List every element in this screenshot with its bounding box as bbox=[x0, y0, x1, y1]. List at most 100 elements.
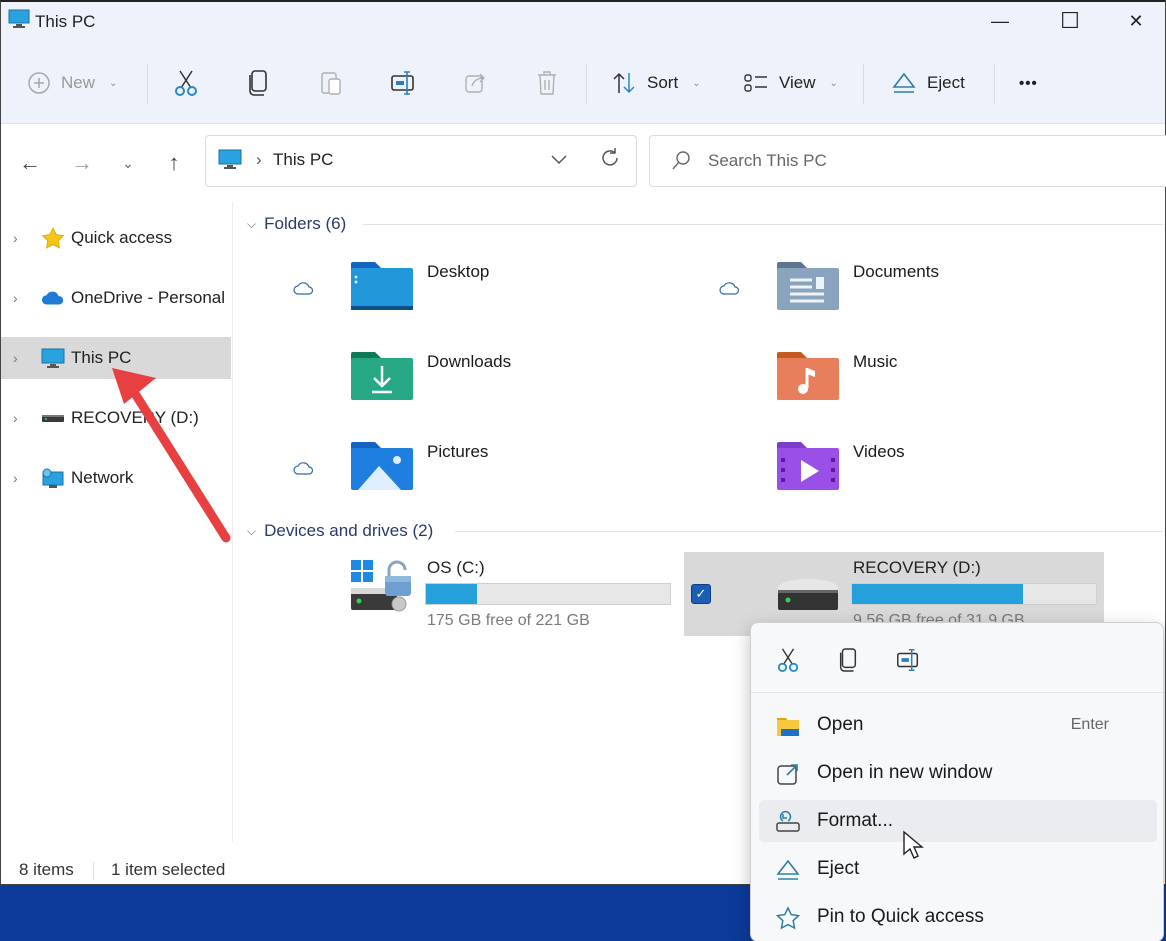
check-icon: ✓ bbox=[695, 586, 707, 601]
minimize-button[interactable]: — bbox=[965, 2, 1035, 40]
view-button[interactable]: View ⌄ bbox=[743, 64, 838, 102]
close-icon: ✕ bbox=[1128, 10, 1144, 31]
context-rename-button[interactable] bbox=[893, 645, 923, 675]
address-bar[interactable]: › This PC bbox=[205, 135, 637, 187]
maximize-icon: ☐ bbox=[1060, 8, 1080, 33]
drive-usage-bar bbox=[851, 583, 1097, 605]
sidebar-item-onedrive[interactable]: › OneDrive - Personal bbox=[1, 277, 231, 319]
paste-icon bbox=[321, 72, 341, 95]
menu-item-format[interactable]: Format... bbox=[759, 800, 1157, 842]
search-icon bbox=[672, 151, 690, 170]
cloud-sync-icon bbox=[719, 282, 740, 295]
chevron-down-icon: ⌵ bbox=[247, 216, 257, 231]
menu-item-label: Open bbox=[817, 714, 864, 735]
drive-usage-bar bbox=[425, 583, 671, 605]
toolbar-divider bbox=[994, 64, 995, 104]
selection-checkbox[interactable]: ✓ bbox=[691, 584, 711, 604]
rename-button[interactable] bbox=[389, 64, 417, 102]
share-button[interactable] bbox=[463, 64, 489, 102]
expand-chevron-icon[interactable]: › bbox=[13, 230, 18, 246]
toolbar-divider bbox=[863, 64, 864, 104]
menu-item-open-new-window[interactable]: Open in new window bbox=[759, 752, 1157, 794]
music-folder-icon bbox=[777, 352, 839, 400]
breadcrumb-this-pc[interactable]: This PC bbox=[273, 150, 333, 170]
eject-icon bbox=[776, 859, 800, 880]
refresh-icon[interactable] bbox=[598, 146, 622, 170]
new-button[interactable]: New ⌄ bbox=[27, 64, 117, 102]
back-button[interactable]: ← bbox=[13, 146, 47, 180]
search-box[interactable] bbox=[649, 135, 1166, 187]
more-options-button[interactable]: ••• bbox=[1019, 64, 1038, 102]
menu-item-open[interactable]: Open Enter bbox=[759, 704, 1157, 746]
menu-item-label: Open in new window bbox=[817, 762, 993, 783]
up-button[interactable]: ↑ bbox=[157, 146, 191, 180]
chevron-down-icon[interactable] bbox=[548, 148, 570, 170]
folder-name: Pictures bbox=[427, 442, 489, 461]
drive-name: RECOVERY (D:) bbox=[853, 558, 981, 577]
expand-chevron-icon[interactable]: › bbox=[13, 350, 18, 366]
cut-button[interactable] bbox=[173, 64, 199, 102]
chevron-down-icon: ⌄ bbox=[829, 77, 838, 89]
more-icon: ••• bbox=[1019, 74, 1038, 92]
status-divider bbox=[93, 862, 94, 880]
delete-button[interactable] bbox=[535, 64, 559, 102]
paste-button[interactable] bbox=[319, 64, 343, 102]
mouse-cursor-icon bbox=[903, 830, 924, 859]
sidebar-item-this-pc[interactable]: › This PC bbox=[1, 337, 231, 379]
expand-chevron-icon[interactable]: › bbox=[13, 470, 18, 486]
folder-documents[interactable]: Documents bbox=[661, 260, 1061, 336]
sort-button[interactable]: Sort ⌄ bbox=[611, 64, 701, 102]
close-button[interactable]: ✕ bbox=[1105, 2, 1166, 40]
monitor-icon bbox=[218, 149, 242, 169]
folder-pictures[interactable]: Pictures bbox=[235, 440, 635, 516]
menu-item-eject[interactable]: Eject bbox=[759, 848, 1157, 890]
folder-downloads[interactable]: Downloads bbox=[235, 350, 635, 426]
drive-name: OS (C:) bbox=[427, 558, 485, 577]
context-menu: Open Enter Open in new window Format... … bbox=[750, 622, 1164, 941]
folder-videos[interactable]: Videos bbox=[661, 440, 1061, 516]
command-bar: New ⌄ Sort ⌄ View ⌄ Eject ••• bbox=[1, 42, 1165, 124]
maximize-button[interactable]: ☐ bbox=[1035, 2, 1105, 40]
window-title: This PC bbox=[35, 12, 96, 31]
context-copy-button[interactable] bbox=[833, 645, 863, 675]
context-quick-actions bbox=[751, 623, 1163, 693]
share-icon bbox=[465, 73, 485, 93]
copy-button[interactable] bbox=[246, 64, 270, 102]
pin-star-icon bbox=[775, 906, 801, 930]
chevron-down-icon: ⌵ bbox=[247, 523, 257, 538]
drive-icon bbox=[42, 415, 64, 422]
eject-button[interactable]: Eject bbox=[891, 64, 965, 102]
forward-button[interactable]: → bbox=[65, 146, 99, 180]
sort-icon bbox=[613, 72, 635, 94]
back-arrow-icon: ← bbox=[19, 150, 41, 175]
menu-item-label: Eject bbox=[817, 858, 860, 879]
drive-os-c[interactable]: OS (C:) 175 GB free of 221 GB bbox=[315, 552, 675, 636]
search-input[interactable] bbox=[708, 148, 1108, 174]
group-divider bbox=[363, 224, 1163, 225]
folder-music[interactable]: Music bbox=[661, 350, 1061, 426]
drive-usage-fill bbox=[852, 584, 1023, 604]
folder-name: Desktop bbox=[427, 262, 490, 281]
expand-chevron-icon[interactable]: › bbox=[13, 290, 18, 306]
folder-open-icon bbox=[777, 718, 799, 736]
sidebar-item-recovery-drive[interactable]: › RECOVERY (D:) bbox=[1, 397, 231, 439]
expand-chevron-icon[interactable]: › bbox=[13, 410, 18, 426]
eject-label: Eject bbox=[927, 73, 965, 92]
sidebar-item-quick-access[interactable]: › Quick access bbox=[1, 217, 231, 259]
status-bar: 8 items 1 item selected bbox=[1, 854, 761, 884]
sidebar-item-label: RECOVERY (D:) bbox=[71, 408, 199, 427]
context-cut-button[interactable] bbox=[773, 645, 803, 675]
menu-item-pin-quick-access[interactable]: Pin to Quick access bbox=[759, 896, 1157, 938]
sidebar-item-network[interactable]: › Network bbox=[1, 457, 231, 499]
sidebar-item-label: OneDrive - Personal bbox=[71, 288, 226, 307]
group-divider bbox=[455, 531, 1163, 532]
drive-free-space: 175 GB free of 221 GB bbox=[427, 612, 590, 629]
drives-group-header[interactable]: ⌵ Devices and drives (2) bbox=[247, 521, 433, 541]
sort-label: Sort bbox=[647, 73, 679, 92]
copy-icon bbox=[249, 70, 267, 96]
sidebar-item-label: Network bbox=[71, 468, 134, 487]
folders-group-header[interactable]: ⌵ Folders (6) bbox=[247, 214, 346, 234]
forward-arrow-icon: → bbox=[71, 150, 93, 175]
folder-desktop[interactable]: Desktop bbox=[235, 260, 635, 336]
recent-locations-button[interactable]: ⌄ bbox=[111, 146, 145, 180]
